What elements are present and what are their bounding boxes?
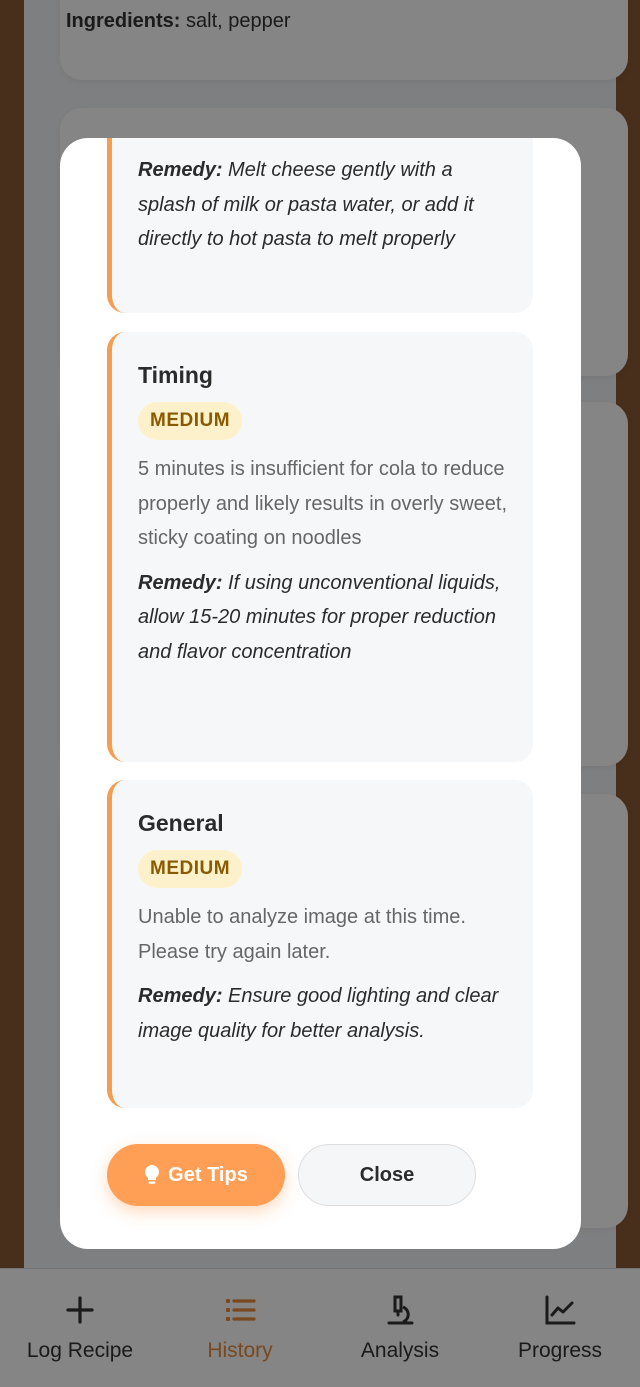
tips-modal: Remedy: Melt cheese gently with a splash… [60, 138, 581, 1249]
issue-remedy: Remedy: Ensure good lighting and clear i… [138, 979, 509, 1048]
issue-title: Timing [138, 362, 213, 388]
issue-card: General MEDIUM Unable to analyze image a… [107, 780, 533, 1108]
severity-badge: MEDIUM [138, 402, 243, 440]
issue-description: Unable to analyze image at this time. Pl… [138, 906, 466, 963]
issue-card: Timing MEDIUM 5 minutes is insufficient … [107, 332, 533, 762]
issue-remedy: Remedy: Melt cheese gently with a splash… [138, 153, 509, 257]
issue-remedy: Remedy: If using unconventional liquids,… [138, 566, 509, 670]
close-label: Close [359, 1163, 415, 1186]
issue-description: 5 minutes is insufficient for cola to re… [138, 458, 508, 549]
issue-card: Remedy: Melt cheese gently with a splash… [107, 138, 533, 313]
issue-title: General [138, 810, 224, 836]
get-tips-button[interactable]: Get Tips [107, 1144, 285, 1206]
severity-badge: MEDIUM [138, 850, 243, 888]
close-button[interactable]: Close [298, 1144, 476, 1206]
remedy-label: Remedy: [138, 571, 223, 594]
get-tips-label: Get Tips [168, 1163, 248, 1186]
remedy-label: Remedy: [138, 159, 223, 181]
remedy-label: Remedy: [138, 985, 223, 1007]
lightbulb-icon [145, 1165, 160, 1184]
